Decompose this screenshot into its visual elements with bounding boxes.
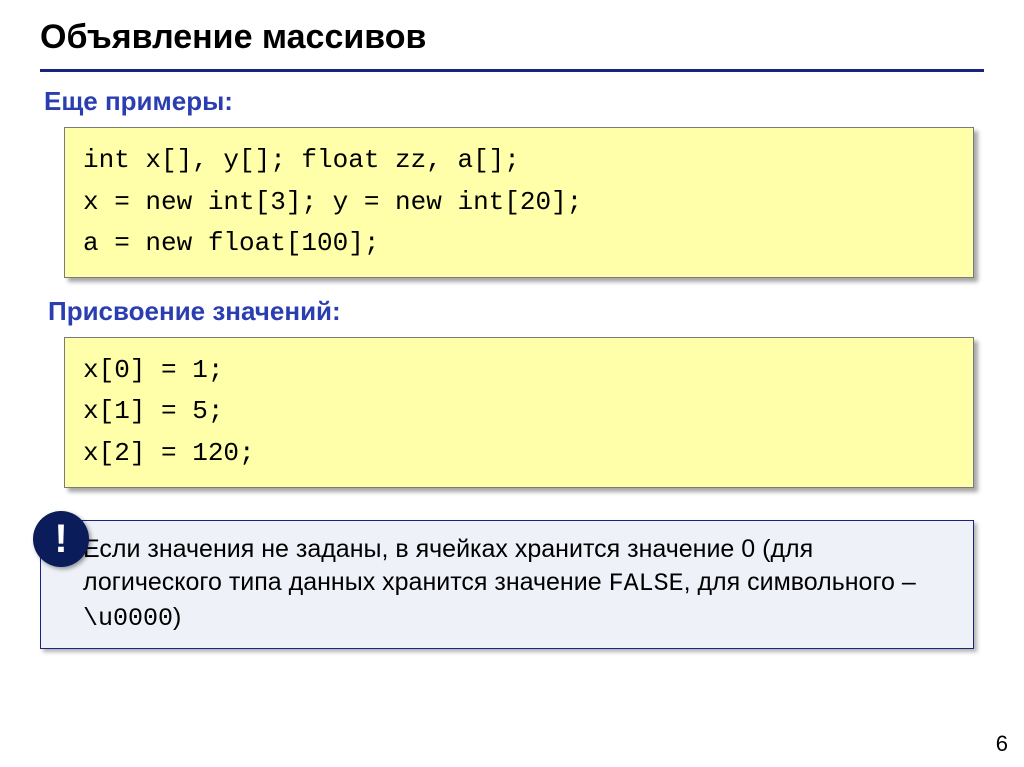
code-block-declarations: int x[], y[]; float zz, a[]; x = new int…: [64, 127, 974, 278]
page-number: 6: [996, 731, 1008, 757]
exclamation-icon: !: [33, 511, 89, 567]
code-block-assignments: x[0] = 1; x[1] = 5; x[2] = 120;: [64, 337, 974, 488]
note-mono-1: FALSE: [609, 569, 684, 598]
exclamation-glyph: !: [54, 512, 67, 566]
slide-title: Объявление массивов: [40, 18, 984, 72]
info-note: ! Если значения не заданы, в ячейках хра…: [40, 520, 974, 649]
assignment-heading: Присвоение значений:: [48, 296, 984, 327]
note-mono-2: \u0000: [83, 604, 173, 633]
note-text-3: ): [173, 603, 181, 631]
note-text-2: , для символьного –: [684, 568, 916, 596]
examples-heading: Еще примеры:: [44, 86, 984, 117]
